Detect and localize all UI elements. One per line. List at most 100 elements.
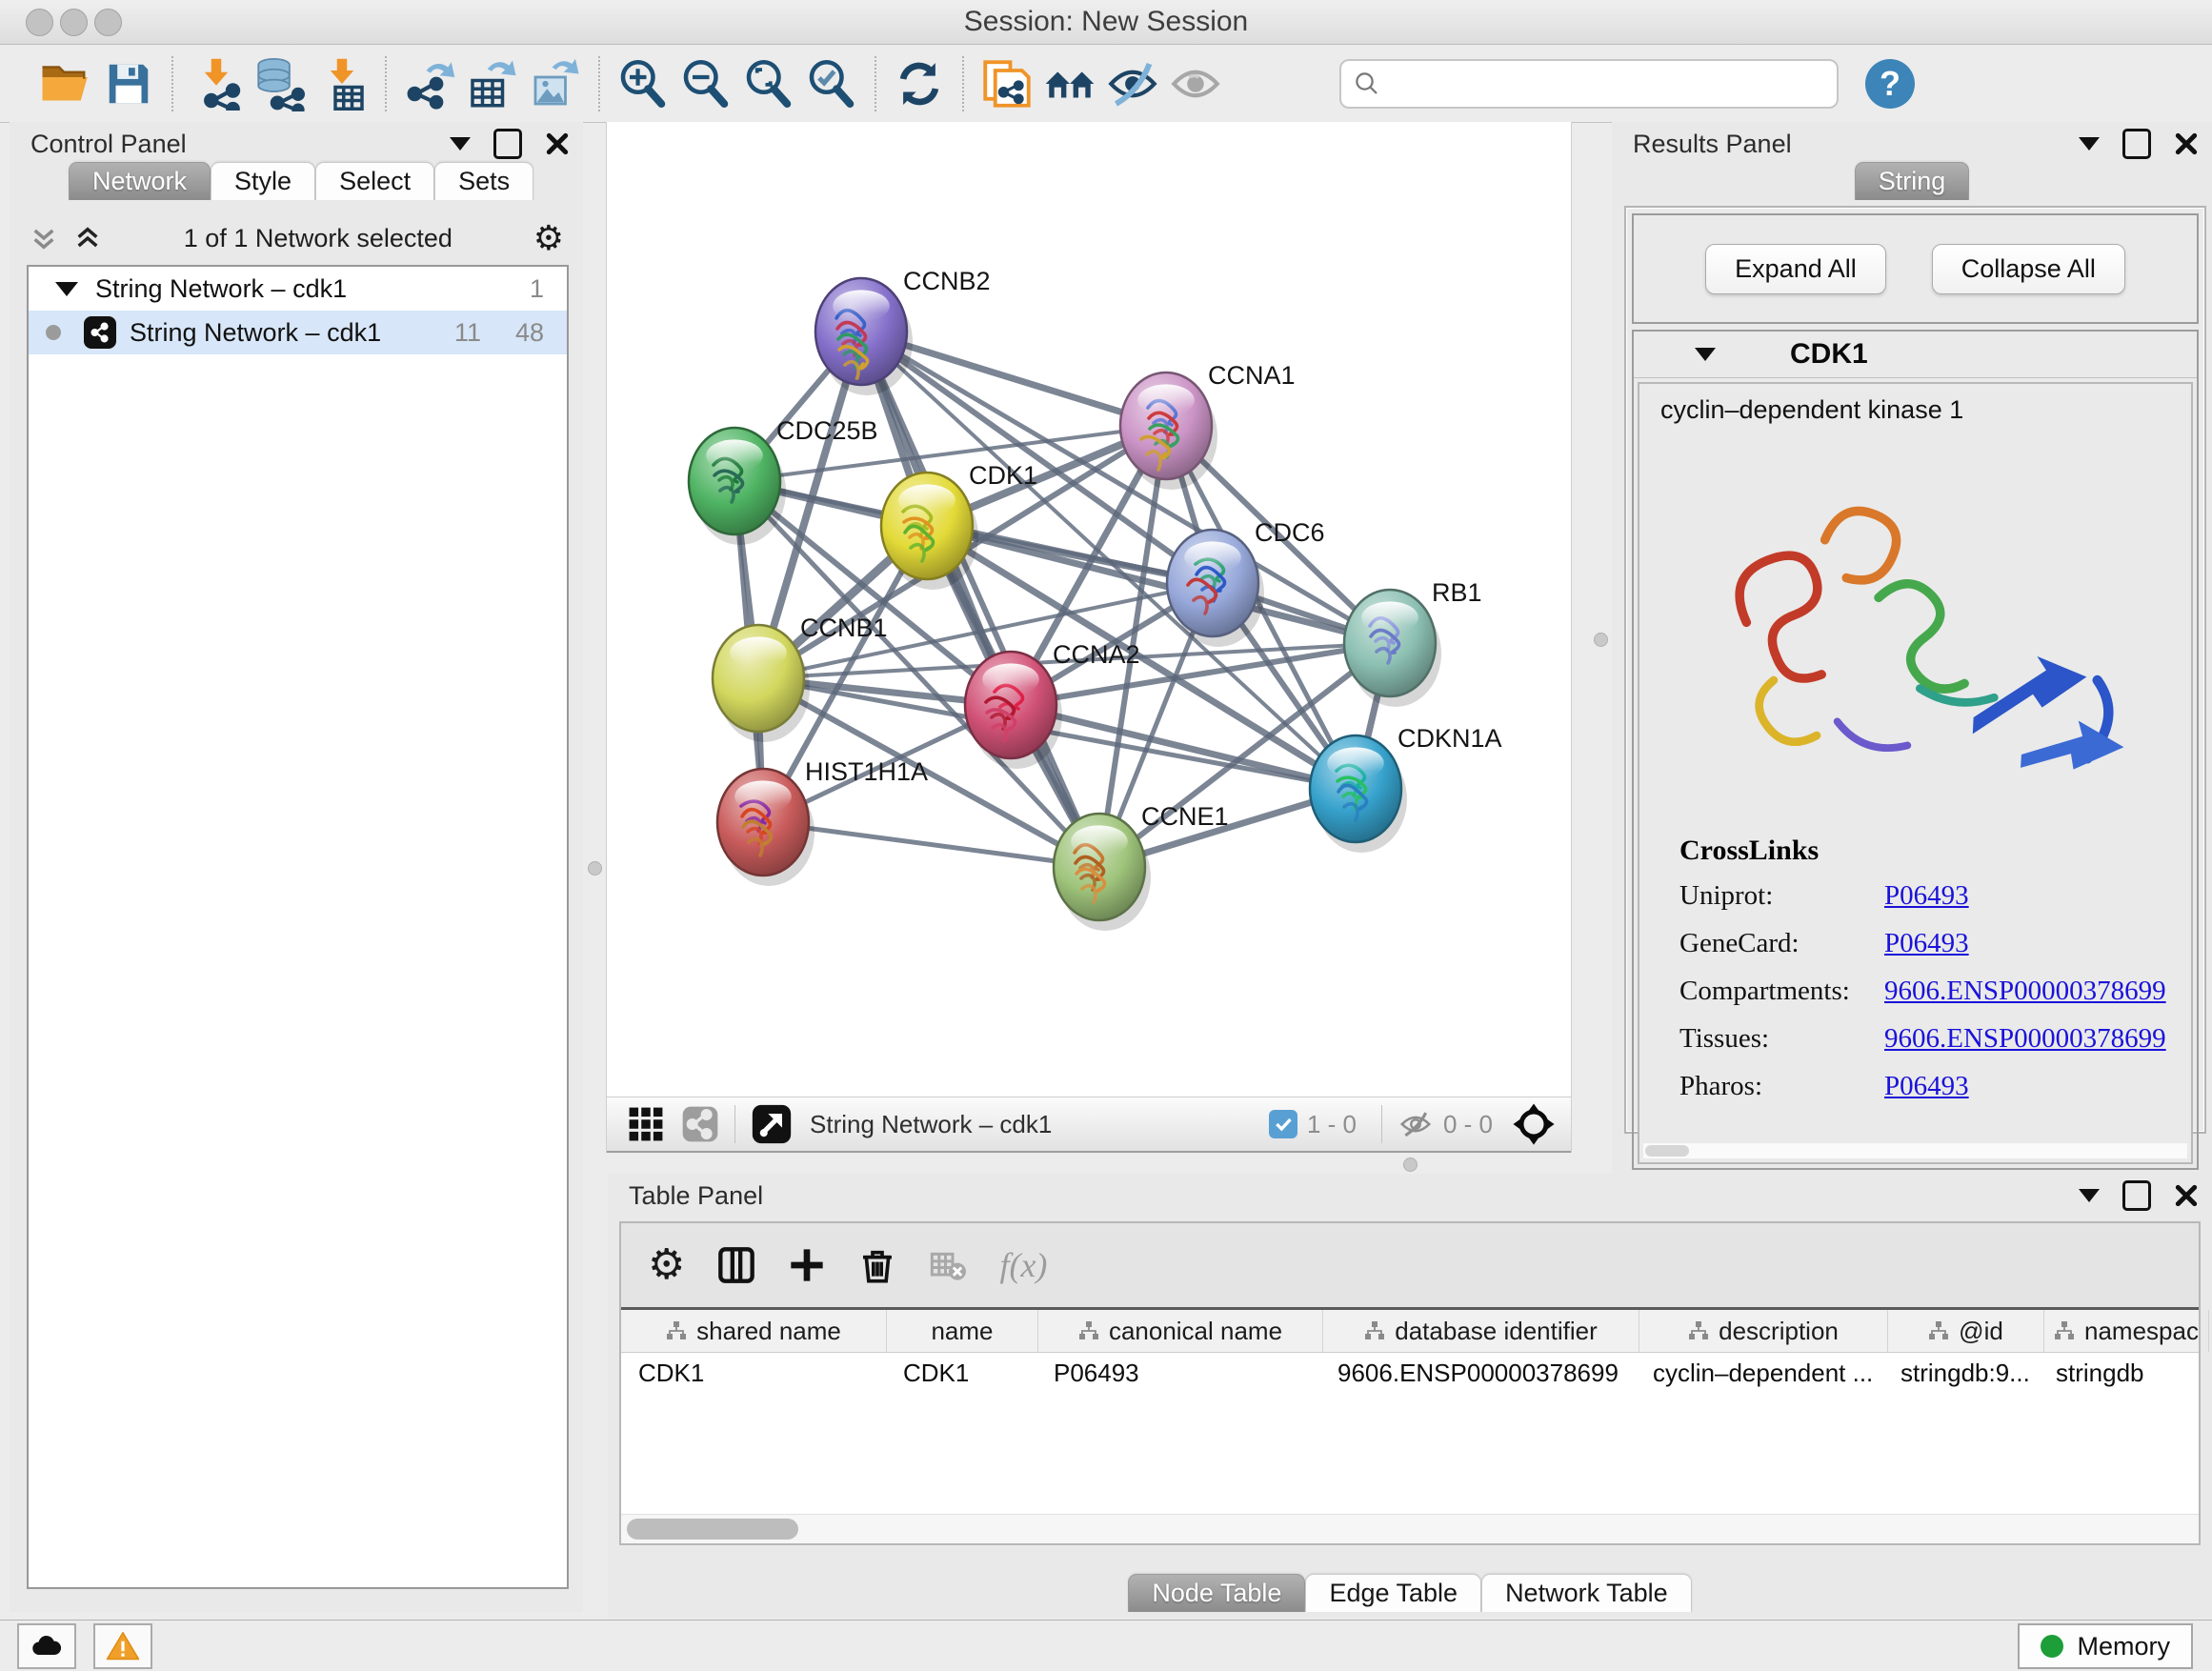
panel-menu-icon[interactable] [450,137,471,151]
table-tab-network-table[interactable]: Network Table [1481,1574,1692,1612]
crosslink-link[interactable]: P06493 [1884,1071,1969,1102]
gene-entry: CDK1 cyclin–dependent kinase 1 [1632,330,2199,1170]
collapse-all-button[interactable]: Collapse All [1932,244,2125,294]
network-node-CDK1[interactable]: CDK1 [881,461,1037,590]
expand-all-icon[interactable] [72,223,103,253]
export-image-icon [529,57,582,111]
show-all-button[interactable] [1164,52,1227,115]
network-node-CCNB2[interactable]: CCNB2 [815,267,991,395]
zoom-fit-content-button[interactable] [737,52,800,115]
close-panel-icon[interactable] [545,131,570,156]
search-input[interactable] [1381,68,1825,99]
network-node-CCNA2[interactable]: CCNA2 [965,640,1140,769]
table-options-gear-icon[interactable]: ⚙ [648,1244,685,1286]
import-network-from-file-button[interactable] [185,52,248,115]
selected-checkbox-icon[interactable] [1269,1110,1297,1138]
crosslink-link[interactable]: 9606.ENSP00000378699 [1884,976,2166,1007]
export-network-button[interactable] [398,52,461,115]
grid-view-icon[interactable] [628,1106,664,1142]
entry-scrollbar[interactable] [1643,1143,2187,1158]
show-columns-icon[interactable] [717,1246,755,1284]
panel-menu-icon[interactable] [2079,137,2100,151]
column-header-@id[interactable]: @id [1888,1310,2044,1352]
network-collection-row[interactable]: String Network – cdk1 1 [29,267,567,311]
zoom-in-icon [616,57,670,111]
column-header-name[interactable]: name [887,1310,1038,1352]
search-bar [1339,59,1839,109]
gene-entry-header[interactable]: CDK1 [1634,332,2197,378]
control-tab-style[interactable]: Style [211,162,315,200]
help-button[interactable]: ? [1865,59,1915,109]
zoom-fit-icon [742,57,795,111]
left-splitter-handle[interactable] [588,861,602,876]
right-splitter-handle[interactable] [1594,633,1608,647]
warning-status-button[interactable] [93,1623,152,1669]
zoom-in-button[interactable] [612,52,674,115]
column-header-canonical-name[interactable]: canonical name [1038,1310,1323,1352]
first-neighbors-button[interactable] [1038,52,1101,115]
refresh-view-button[interactable] [888,52,951,115]
control-tab-select[interactable]: Select [315,162,434,200]
results-tab-string[interactable]: String [1855,162,1970,200]
add-column-icon[interactable] [788,1246,826,1284]
control-tab-network[interactable]: Network [69,162,211,200]
table-tab-node-table[interactable]: Node Table [1128,1574,1305,1612]
horizontal-splitter-handle[interactable] [1403,1158,1418,1172]
panel-menu-icon[interactable] [2079,1189,2100,1202]
cloud-status-button[interactable] [17,1623,76,1669]
zoom-selected-button[interactable] [800,52,863,115]
open-session-button[interactable] [34,52,97,115]
column-header-namespac[interactable]: namespac [2044,1310,2209,1352]
memory-button[interactable]: Memory [2018,1623,2193,1669]
export-table-button[interactable] [461,52,524,115]
table-tab-edge-table[interactable]: Edge Table [1305,1574,1481,1612]
network-options-gear-icon[interactable]: ⚙ [533,221,564,255]
crosslink-label: Pharos: [1679,1071,1884,1102]
column-header-shared-name[interactable]: shared name [621,1310,887,1352]
import-table-from-file-button[interactable] [311,52,373,115]
hidden-eye-icon[interactable] [1398,1106,1434,1142]
network-node-CDC6[interactable]: CDC6 [1167,518,1325,647]
current-network-name: String Network – cdk1 [810,1110,1269,1139]
float-panel-icon[interactable] [493,129,522,159]
network-node-CCNB1[interactable]: CCNB1 [713,614,888,742]
clone-network-button[interactable] [975,52,1038,115]
export-image-button[interactable] [524,52,587,115]
close-panel-icon[interactable] [2174,131,2199,156]
float-panel-icon[interactable] [2122,129,2151,159]
crosslink-label: GeneCard: [1679,928,1884,959]
table-cell: P06493 [1036,1353,1320,1393]
table-horizontal-scrollbar[interactable] [621,1514,2199,1543]
network-node-CCNA1[interactable]: CCNA1 [1120,361,1296,490]
collapse-entry-icon[interactable] [1695,348,1716,361]
crosslink-link[interactable]: P06493 [1884,928,1969,959]
collapse-all-icon[interactable] [29,223,59,253]
birds-eye-view-icon[interactable] [1512,1102,1556,1146]
crosslink-link[interactable]: P06493 [1884,880,1969,912]
column-header-description[interactable]: description [1639,1310,1888,1352]
network-node-RB1[interactable]: RB1 [1344,578,1482,707]
expand-all-button[interactable]: Expand All [1705,244,1886,294]
column-type-icon [666,1320,687,1341]
detach-view-icon[interactable] [751,1103,793,1145]
close-panel-icon[interactable] [2174,1183,2199,1208]
network-node-CDKN1A[interactable]: CDKN1A [1310,724,1502,853]
float-panel-icon[interactable] [2122,1180,2151,1211]
network-view-icon[interactable] [681,1105,719,1143]
import-network-from-database-button[interactable] [248,52,311,115]
network-node-HIST1H1A[interactable]: HIST1H1A [717,757,928,886]
network-node-CDC25B[interactable]: CDC25B [689,416,878,545]
crosslink-link[interactable]: 9606.ENSP00000378699 [1884,1023,2166,1055]
zoom-out-button[interactable] [674,52,737,115]
save-session-button[interactable] [97,52,160,115]
network-graph[interactable]: CCNB2 CCNA1 CDC25BCDK1 CDC6RB1 CCNB1 CCNA2 CDK… [607,122,1571,1099]
network-node-CCNE1[interactable]: CCNE1 [1054,802,1229,931]
network-row[interactable]: String Network – cdk1 11 48 [29,311,567,354]
delete-column-icon[interactable] [858,1246,896,1284]
node-label-CCNB2: CCNB2 [903,267,991,295]
table-row[interactable]: CDK1CDK1P064939606.ENSP00000378699cyclin… [621,1353,2199,1393]
column-header-database-identifier[interactable]: database identifier [1323,1310,1639,1352]
hide-selection-button[interactable] [1101,52,1164,115]
tree-expand-icon[interactable] [55,282,78,296]
control-tab-sets[interactable]: Sets [434,162,533,200]
